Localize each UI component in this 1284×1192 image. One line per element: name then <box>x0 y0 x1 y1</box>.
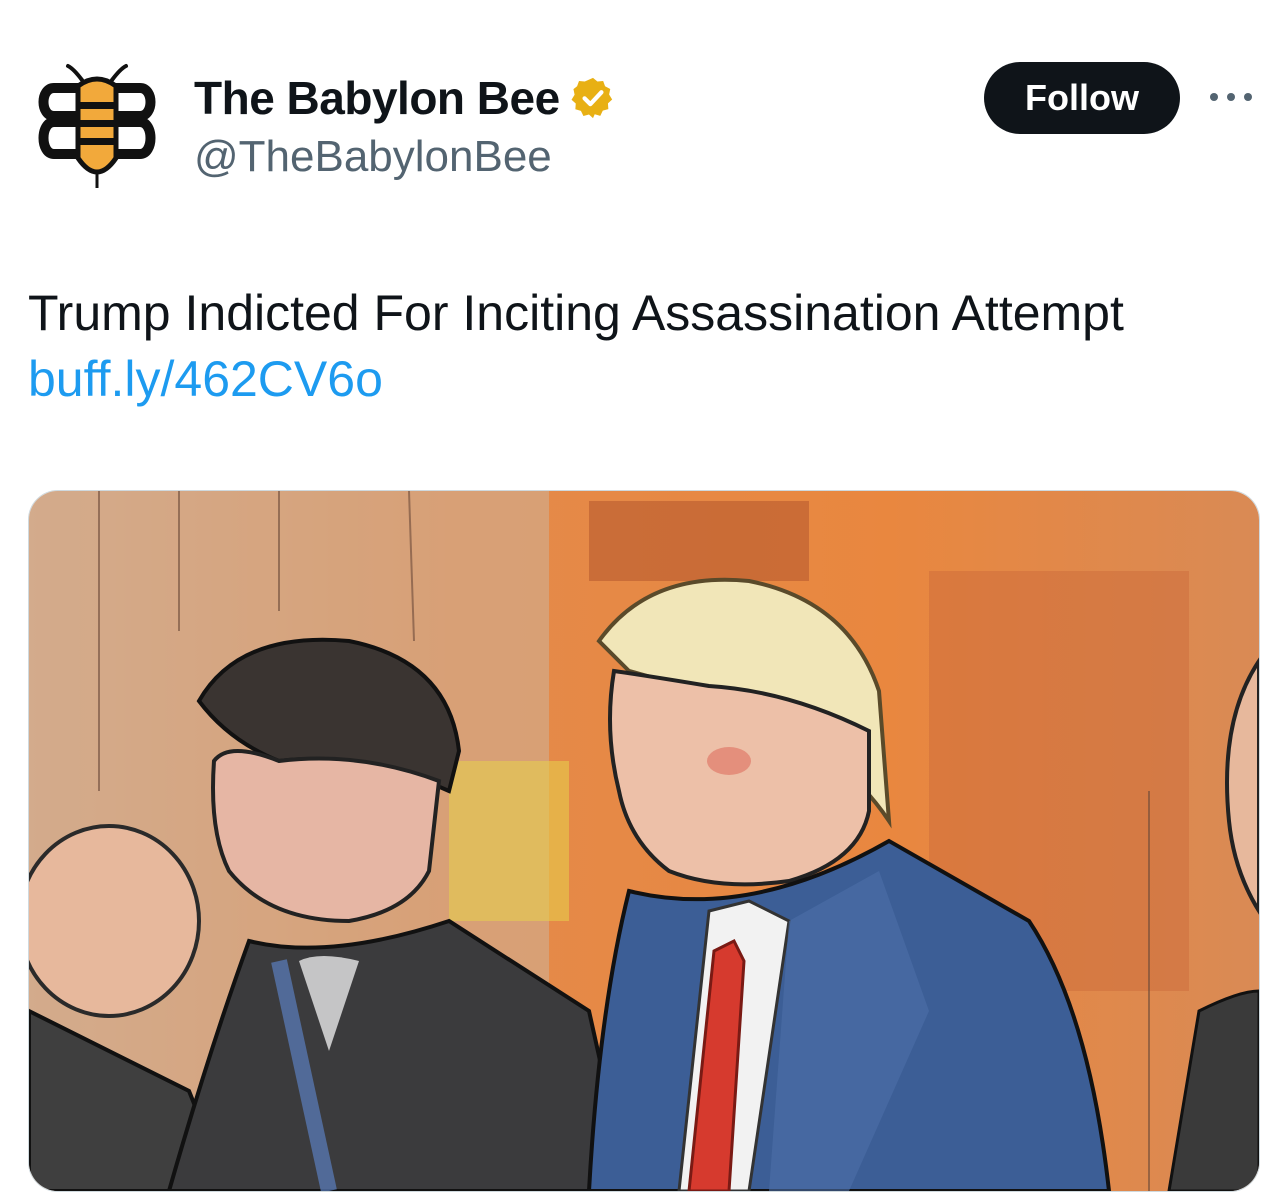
babylon-bee-logo-icon <box>38 64 156 188</box>
more-options-icon[interactable] <box>1206 84 1256 110</box>
author-handle[interactable]: @TheBabylonBee <box>194 132 552 182</box>
tweet-media-image[interactable] <box>28 490 1260 1192</box>
author-avatar[interactable] <box>32 62 162 192</box>
author-name-row: The Babylon Bee <box>194 70 616 126</box>
verified-badge-icon[interactable] <box>570 75 616 121</box>
courtroom-sketch-image <box>29 491 1259 1191</box>
follow-button[interactable]: Follow <box>984 62 1180 134</box>
tweet-text: Trump Indicted For Inciting Assassinatio… <box>28 280 1268 412</box>
tweet-link[interactable]: buff.ly/462CV6o <box>28 346 1268 412</box>
tweet-headline: Trump Indicted For Inciting Assassinatio… <box>28 285 1124 341</box>
tweet-card: The Babylon Bee @TheBabylonBee Follow Tr… <box>0 0 1284 1192</box>
author-name[interactable]: The Babylon Bee <box>194 71 560 125</box>
